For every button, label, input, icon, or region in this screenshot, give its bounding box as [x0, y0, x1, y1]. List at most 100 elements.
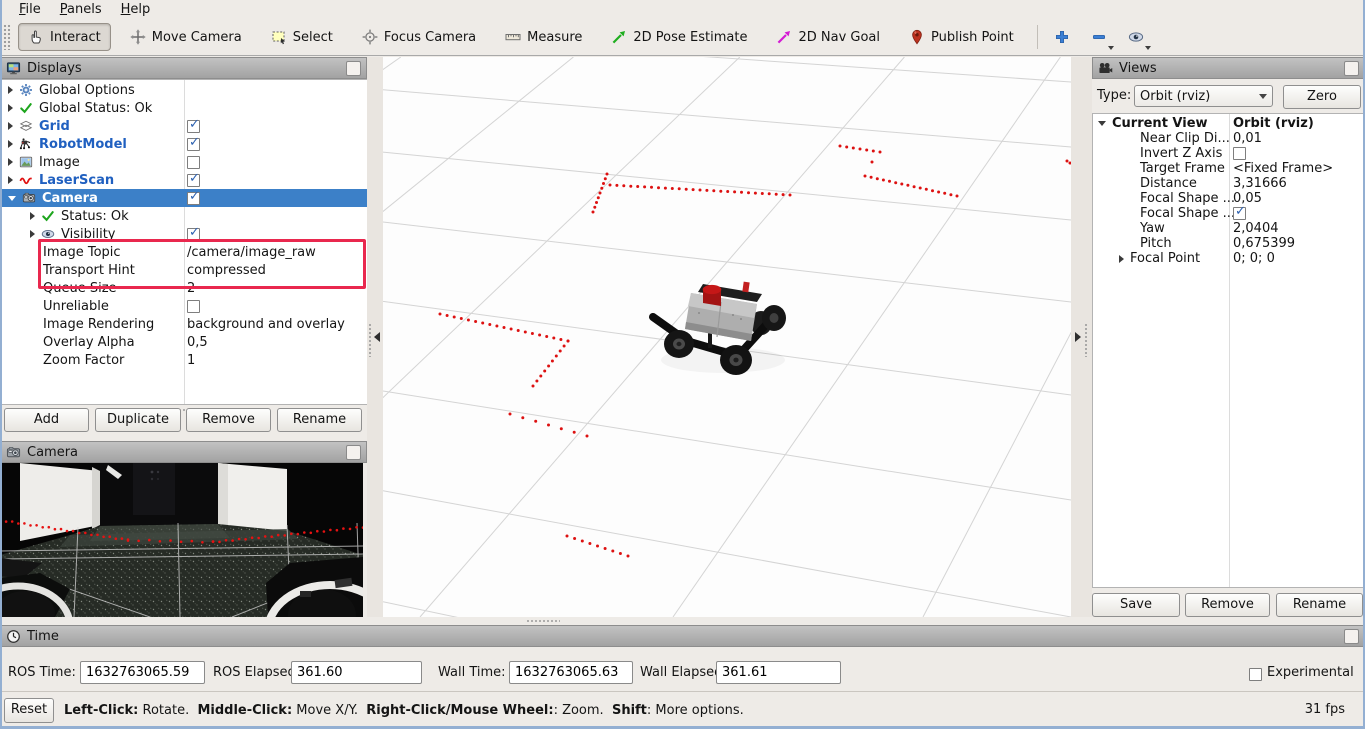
views-row-target-frame[interactable]: Target Frame<Fixed Frame> [1093, 161, 1365, 176]
tool-publish-point[interactable]: Publish Point [899, 23, 1024, 51]
expand-arrow-closed[interactable] [8, 140, 13, 148]
tool-plus-button[interactable] [1050, 26, 1074, 48]
displays-row-queue-size[interactable]: Queue Size2 [1, 279, 368, 297]
views-row-yaw[interactable]: Yaw2,0404 [1093, 221, 1365, 236]
left-splitter[interactable] [367, 57, 383, 617]
target-frame-value[interactable]: <Fixed Frame> [1233, 161, 1333, 176]
menu-help[interactable]: Help [112, 1, 161, 18]
distance-value[interactable]: 3,31666 [1233, 176, 1287, 191]
focal-shape-checkbox[interactable] [1233, 207, 1246, 220]
displays-duplicate-button[interactable]: Duplicate [95, 408, 181, 432]
displays-row-zoom-factor[interactable]: Zoom Factor1 [1, 351, 368, 369]
expand-arrow-closed[interactable] [8, 104, 13, 112]
splitter-handle[interactable] [526, 619, 560, 623]
chevron-down-icon[interactable] [1145, 46, 1151, 50]
image-topic-value[interactable]: /camera/image_raw [187, 245, 316, 260]
collapse-left-icon[interactable] [374, 332, 380, 342]
expand-arrow-closed[interactable] [30, 230, 35, 238]
views-row-near-clip-di[interactable]: Near Clip Di...0,01 [1093, 131, 1365, 146]
camera-float-button[interactable] [346, 445, 361, 460]
focal-point-value[interactable]: 0; 0; 0 [1233, 251, 1275, 266]
zero-button[interactable]: Zero [1283, 85, 1361, 109]
displays-row-global-status-ok[interactable]: Global Status: Ok [1, 99, 368, 117]
expand-arrow-closed[interactable] [30, 212, 35, 220]
views-row-focal-shape[interactable]: Focal Shape ... [1093, 206, 1365, 221]
displays-row-global-options[interactable]: Global Options [1, 81, 368, 99]
tool-minus-button[interactable] [1087, 26, 1111, 48]
displays-row-unreliable[interactable]: Unreliable [1, 297, 368, 315]
time-float-button[interactable] [1344, 629, 1359, 644]
displays-rename-button[interactable]: Rename [277, 408, 362, 432]
displays-row-transport-hint[interactable]: Transport Hintcompressed [1, 261, 368, 279]
camera-checkbox[interactable] [187, 192, 200, 205]
tool-select[interactable]: Select [261, 23, 343, 51]
displays-row-image-rendering[interactable]: Image Renderingbackground and overlay [1, 315, 368, 333]
menu-panels[interactable]: Panels [51, 1, 112, 18]
grid-checkbox[interactable] [187, 120, 200, 133]
ros-elapsed-input[interactable] [291, 661, 422, 684]
displays-add-button[interactable]: Add [4, 408, 89, 432]
invert-z-axis-checkbox[interactable] [1233, 147, 1246, 160]
right-splitter[interactable] [1071, 57, 1092, 617]
image-checkbox[interactable] [187, 156, 200, 169]
transport-hint-value[interactable]: compressed [187, 263, 266, 278]
views-rename-button[interactable]: Rename [1276, 593, 1363, 617]
expand-arrow-closed[interactable] [1119, 255, 1124, 263]
views-save-button[interactable]: Save [1092, 593, 1180, 617]
ros-time-input[interactable] [80, 661, 205, 684]
robotmodel-checkbox[interactable] [187, 138, 200, 151]
views-float-button[interactable] [1344, 61, 1359, 76]
visibility-checkbox[interactable] [187, 228, 200, 241]
experimental-checkbox[interactable] [1249, 668, 1262, 681]
yaw-value[interactable]: 2,0404 [1233, 221, 1279, 236]
displays-remove-button[interactable]: Remove [186, 408, 271, 432]
tool-move-camera[interactable]: Move Camera [120, 23, 252, 51]
collapse-right-icon[interactable] [1075, 332, 1081, 342]
views-row-pitch[interactable]: Pitch0,675399 [1093, 236, 1365, 251]
views-remove-button[interactable]: Remove [1185, 593, 1270, 617]
expand-arrow-open[interactable] [8, 196, 16, 201]
displays-row-grid[interactable]: Grid [1, 117, 368, 135]
tool-2d-pose-estimate[interactable]: 2D Pose Estimate [601, 23, 757, 51]
views-row-focal-point[interactable]: Focal Point0; 0; 0 [1093, 251, 1365, 266]
tool-eye-button[interactable] [1124, 26, 1148, 48]
expand-arrow-closed[interactable] [8, 86, 13, 94]
tool-focus-camera[interactable]: Focus Camera [352, 23, 486, 51]
menu-file[interactable]: File [10, 1, 51, 18]
reset-button[interactable]: Reset [4, 698, 54, 723]
displays-row-camera[interactable]: Camera [1, 189, 368, 207]
queue-size-value[interactable]: 2 [187, 281, 195, 296]
laserscan-checkbox[interactable] [187, 174, 200, 187]
displays-row-status-ok[interactable]: Status: Ok [1, 207, 368, 225]
toolbar-grip[interactable] [3, 24, 11, 50]
views-row-focal-shape[interactable]: Focal Shape ...0,05 [1093, 191, 1365, 206]
displays-row-image[interactable]: Image [1, 153, 368, 171]
displays-row-robotmodel[interactable]: RobotModel [1, 135, 368, 153]
displays-row-visibility[interactable]: Visibility [1, 225, 368, 243]
current-view-value[interactable]: Orbit (rviz) [1233, 116, 1314, 131]
chevron-down-icon[interactable] [1108, 46, 1114, 50]
image-rendering-value[interactable]: background and overlay [187, 317, 345, 332]
view-type-dropdown[interactable]: Orbit (rviz) [1134, 85, 1273, 107]
tool-2d-nav-goal[interactable]: 2D Nav Goal [766, 23, 890, 51]
views-row-invert-z-axis[interactable]: Invert Z Axis [1093, 146, 1365, 161]
tool-measure[interactable]: Measure [495, 23, 592, 51]
wall-time-input[interactable] [509, 661, 633, 684]
expand-arrow-closed[interactable] [8, 176, 13, 184]
wall-elapsed-input[interactable] [716, 661, 841, 684]
tool-interact[interactable]: Interact [18, 23, 111, 51]
views-row-current-view[interactable]: Current ViewOrbit (rviz) [1093, 116, 1365, 131]
displays-row-overlay-alpha[interactable]: Overlay Alpha0,5 [1, 333, 368, 351]
displays-row-laserscan[interactable]: LaserScan [1, 171, 368, 189]
3d-viewport[interactable] [383, 57, 1071, 617]
expand-arrow-closed[interactable] [8, 158, 13, 166]
pitch-value[interactable]: 0,675399 [1233, 236, 1295, 251]
expand-arrow-closed[interactable] [8, 122, 13, 130]
displays-row-image-topic[interactable]: Image Topic/camera/image_raw [1, 243, 368, 261]
displays-float-button[interactable] [346, 61, 361, 76]
unreliable-checkbox[interactable] [187, 300, 200, 313]
views-row-distance[interactable]: Distance3,31666 [1093, 176, 1365, 191]
zoom-factor-value[interactable]: 1 [187, 353, 195, 368]
overlay-alpha-value[interactable]: 0,5 [187, 335, 208, 350]
near-clip-di-value[interactable]: 0,01 [1233, 131, 1262, 146]
